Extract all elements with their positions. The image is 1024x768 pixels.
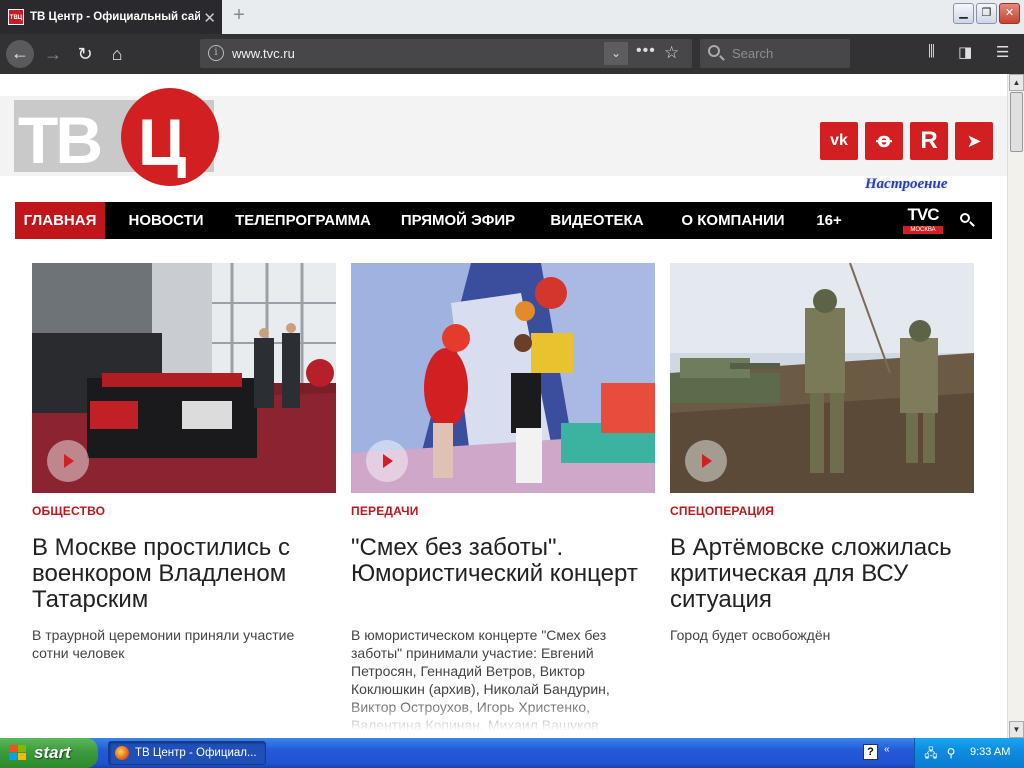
tab-close-icon[interactable]: ✕: [203, 9, 216, 27]
news-card[interactable]: ОБЩЕСТВО В Москве простились с военкором…: [32, 263, 336, 661]
play-video-icon[interactable]: [366, 440, 408, 482]
news-card-category[interactable]: СПЕЦОПЕРАЦИЯ: [670, 504, 774, 518]
browser-search-input[interactable]: Search: [700, 39, 850, 68]
age-rating-badge: 16+: [816, 212, 842, 229]
page-scrollbar[interactable]: ▲ ▼: [1007, 74, 1024, 738]
logo-c-text: Ц: [138, 105, 187, 179]
browser-tab-active[interactable]: ТВЦ ТВ Центр - Официальный сайт т ✕: [0, 0, 222, 34]
clock: 9:33 AM: [970, 746, 1011, 758]
tab-title: ТВ Центр - Официальный сайт т: [30, 11, 200, 23]
network-icon[interactable]: 🖧: [923, 745, 939, 761]
menu-item-pryamoy-efir[interactable]: ПРЯМОЙ ЭФИР: [393, 202, 523, 239]
firefox-icon: [115, 746, 129, 760]
play-video-icon[interactable]: [685, 440, 727, 482]
news-card-title[interactable]: "Смех без заботы". Юмористический концер…: [351, 535, 651, 587]
odnoklassniki-social-icon[interactable]: ꝋ: [865, 122, 903, 160]
menu-item-novosti[interactable]: НОВОСТИ: [119, 202, 213, 239]
browser-titlebar: ТВЦ ТВ Центр - Официальный сайт т ✕ + ▁ …: [0, 0, 1024, 34]
system-tray: 🖧 ⚲ 9:33 AM: [914, 738, 1024, 768]
start-label: start: [34, 743, 71, 762]
library-icon[interactable]: ⫼: [928, 43, 935, 60]
site-favicon-icon: ТВЦ: [8, 9, 24, 25]
vk-social-icon[interactable]: vk: [820, 122, 858, 160]
taskbar: start ТВ Центр - Официал... ? « 🖧 ⚲ 9:33…: [0, 738, 1024, 768]
web-page: ТВ Ц vk ꝋ R ➤ Настроение ГЛАВНАЯ НОВОСТИ…: [0, 74, 1007, 738]
channel-logo-text: TVC: [907, 205, 940, 224]
news-card-title[interactable]: В Москве простились с военкором Владлено…: [32, 535, 332, 613]
minimize-button[interactable]: ▁: [953, 3, 974, 24]
play-video-icon[interactable]: [47, 440, 89, 482]
news-card-description: В траурной церемонии приняли участие сот…: [32, 627, 295, 661]
news-card-category[interactable]: ОБЩЕСТВО: [32, 504, 105, 518]
tvc-moscow-channel-logo[interactable]: TVC МОСКВА: [903, 206, 943, 236]
page-actions-ellipsis-icon[interactable]: •••: [636, 42, 656, 60]
url-text[interactable]: www.tvc.ru: [232, 46, 295, 61]
taskbar-window-firefox[interactable]: ТВ Центр - Официал...: [108, 741, 266, 765]
url-dropdown-chevron-icon[interactable]: ⌄: [604, 42, 628, 65]
browser-navbar: ← → ↻ ⌂ i www.tvc.ru ⌄ ••• ☆ Search ⫼ ◨ …: [0, 34, 1024, 74]
news-card[interactable]: СПЕЦОПЕРАЦИЯ В Артёмовске сложилась крит…: [670, 263, 974, 643]
site-info-icon[interactable]: i: [208, 45, 224, 61]
magnifier-icon[interactable]: ⚲: [943, 745, 959, 761]
menu-item-teleprogramma[interactable]: ТЕЛЕПРОГРАММА: [227, 202, 379, 239]
new-tab-button[interactable]: +: [226, 4, 252, 28]
restore-button[interactable]: ❐: [976, 3, 997, 24]
news-card-image[interactable]: [670, 263, 974, 493]
scroll-down-arrow-icon[interactable]: ▼: [1009, 721, 1024, 738]
news-card-title[interactable]: В Артёмовске сложилась критическая для В…: [670, 535, 970, 613]
windows-logo-icon: [9, 745, 27, 761]
sidebar-icon[interactable]: ◨: [958, 43, 972, 61]
bookmark-star-icon[interactable]: ☆: [664, 43, 679, 63]
search-icon: [708, 45, 720, 57]
main-menu: ГЛАВНАЯ НОВОСТИ ТЕЛЕПРОГРАММА ПРЯМОЙ ЭФИ…: [15, 202, 992, 239]
news-card-image[interactable]: [32, 263, 336, 493]
nastroenie-promo-logo[interactable]: Настроение: [865, 176, 985, 198]
menu-hamburger-icon[interactable]: ☰: [996, 43, 1009, 61]
back-arrow-icon[interactable]: ←: [6, 40, 34, 68]
tvc-logo[interactable]: ТВ Ц: [14, 88, 219, 186]
site-search-icon[interactable]: [960, 213, 975, 227]
news-card-description: Город будет освобождён: [670, 627, 831, 643]
menu-item-videoteka[interactable]: ВИДЕОТЕКА: [542, 202, 652, 239]
description-fade: [351, 697, 655, 737]
search-placeholder: Search: [732, 46, 774, 61]
taskbar-window-label: ТВ Центр - Официал...: [135, 747, 257, 759]
scrollbar-thumb[interactable]: [1010, 92, 1023, 152]
logo-tv-text: ТВ: [18, 103, 103, 177]
help-icon[interactable]: ?: [863, 744, 878, 760]
scroll-up-arrow-icon[interactable]: ▲: [1009, 74, 1024, 91]
menu-item-o-kompanii[interactable]: О КОМПАНИИ: [665, 202, 801, 239]
rutube-social-icon[interactable]: R: [910, 122, 948, 160]
window-controls: ▁ ❐ ✕: [953, 3, 1020, 24]
start-button[interactable]: start: [0, 738, 98, 768]
close-window-button[interactable]: ✕: [999, 3, 1020, 24]
telegram-social-icon[interactable]: ➤: [955, 122, 993, 160]
forward-arrow-icon[interactable]: →: [40, 41, 66, 67]
news-card-image[interactable]: [351, 263, 655, 493]
reload-icon[interactable]: ↻: [72, 41, 98, 67]
news-card-category[interactable]: ПЕРЕДАЧИ: [351, 504, 419, 518]
home-icon[interactable]: ⌂: [104, 41, 130, 67]
tray-expand-chevron-icon[interactable]: «: [884, 744, 890, 755]
news-card[interactable]: ПЕРЕДАЧИ "Смех без заботы". Юмористическ…: [351, 263, 655, 737]
url-bar[interactable]: i www.tvc.ru ⌄ ••• ☆: [200, 39, 692, 68]
menu-item-glavnaya[interactable]: ГЛАВНАЯ: [15, 202, 105, 239]
channel-logo-subtext: МОСКВА: [903, 226, 943, 234]
